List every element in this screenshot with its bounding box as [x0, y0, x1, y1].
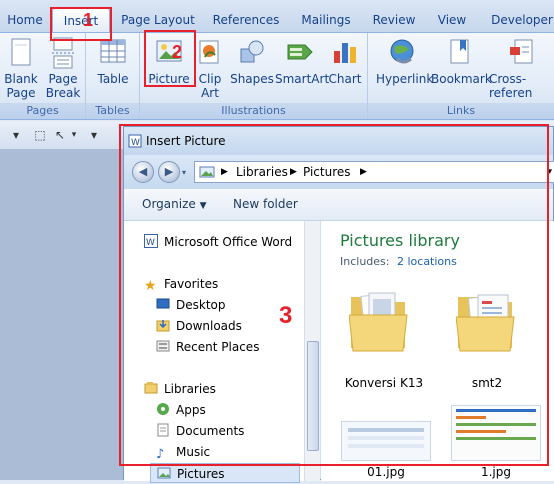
smartart-button[interactable]: SmartArt [275, 37, 329, 86]
clip-art-icon [199, 40, 219, 64]
chart-label: Chart [328, 72, 362, 86]
annotation-box-3 [119, 124, 549, 466]
table-label: Table [97, 72, 129, 86]
smartart-icon [287, 44, 313, 60]
tab-developer[interactable]: Developer [490, 8, 554, 32]
group-label-pages: Pages [0, 103, 85, 119]
annotation-number-1: 1 [83, 10, 94, 30]
tab-review[interactable]: Review [370, 8, 418, 32]
clip-art-button[interactable]: Clip Art [194, 37, 226, 100]
clip-art-label: Clip Art [198, 72, 222, 100]
bookmark-icon [450, 39, 469, 64]
select-objects-icon[interactable]: ⬚ [32, 127, 48, 143]
group-label-illustrations: Illustrations [140, 103, 367, 119]
chart-button[interactable]: Chart [326, 37, 364, 86]
annotation-number-3: 3 [279, 302, 293, 329]
blank-page-icon [11, 38, 31, 66]
annotation-box-2 [144, 30, 196, 87]
nav-item-pictures[interactable]: Pictures [150, 463, 300, 483]
tab-mailings[interactable]: Mailings [296, 8, 356, 32]
page-break-icon [52, 37, 74, 69]
table-button[interactable]: Table [90, 37, 136, 86]
pictures-icon [157, 467, 171, 479]
hyperlink-globe-icon [390, 39, 414, 64]
cross-reference-label: Cross-referen [489, 72, 533, 100]
shapes-button[interactable]: Shapes [230, 37, 274, 86]
tab-references[interactable]: References [208, 8, 284, 32]
hyperlink-label: Hyperlink [376, 72, 434, 86]
bookmark-label: Bookmark [431, 72, 492, 86]
group-label-tables: Tables [86, 103, 139, 119]
page-break-label: Page Break [45, 72, 81, 100]
page-break-button[interactable]: Page Break [42, 37, 84, 100]
group-links: Hyperlink Bookmark Cross-referen Links [368, 33, 554, 119]
cross-reference-button[interactable]: Cross-referen [489, 37, 554, 100]
indent-arrow-icon[interactable]: ▾ [8, 127, 24, 143]
bookmark-button[interactable]: Bookmark [431, 37, 492, 86]
table-icon [100, 39, 126, 63]
group-tables: Table Tables [86, 33, 140, 119]
group-pages: Blank Page Page Break Pages [0, 33, 86, 119]
tab-home[interactable]: Home [3, 8, 47, 32]
chart-icon [334, 43, 356, 63]
annotation-box-1 [50, 7, 112, 41]
cross-reference-icon [510, 39, 533, 64]
tab-view[interactable]: View [432, 8, 472, 32]
document-area [0, 149, 124, 480]
tab-page-layout[interactable]: Page Layout [120, 8, 196, 32]
group-label-links: Links [368, 103, 554, 119]
annotation-number-2: 2 [172, 42, 183, 62]
nav-pictures-label: Pictures [177, 467, 225, 481]
customize-arrow-icon[interactable]: ▾ [86, 127, 102, 143]
smartart-label: SmartArt [275, 72, 330, 86]
ribbon: Blank Page Page Break Pages Table Tables… [0, 32, 554, 120]
file-label-1-jpg: 1.jpg [480, 465, 512, 479]
pointer-dropdown-icon[interactable]: ▾ [66, 127, 82, 143]
file-label-01-jpg: 01.jpg [367, 465, 405, 479]
hyperlink-button[interactable]: Hyperlink [376, 37, 433, 86]
blank-page-label: Blank Page [4, 72, 38, 100]
shapes-icon [240, 40, 264, 63]
shapes-label: Shapes [230, 72, 274, 86]
blank-page-button[interactable]: Blank Page [2, 37, 40, 100]
